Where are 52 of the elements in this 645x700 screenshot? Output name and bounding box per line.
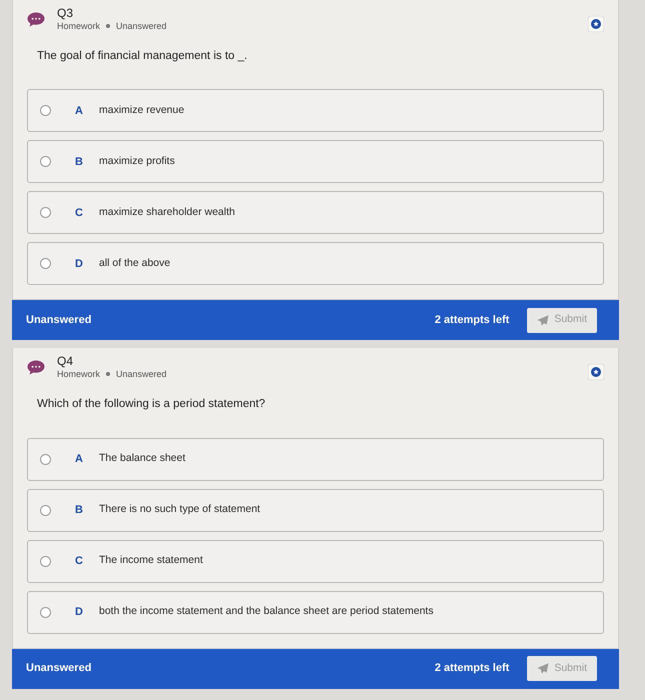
option-letter: B bbox=[74, 154, 84, 170]
radio-button[interactable] bbox=[40, 207, 51, 218]
answer-option[interactable]: A The balance sheet bbox=[27, 438, 604, 480]
attempts-label: 2 attempts left bbox=[434, 313, 510, 328]
meta-label: Homework bbox=[57, 368, 100, 380]
radio-button[interactable] bbox=[40, 504, 51, 516]
radio-button[interactable] bbox=[40, 258, 51, 270]
meta-label: Unanswered bbox=[116, 20, 167, 32]
question-text: Which of the following is a period statement? bbox=[37, 397, 266, 412]
option-letter: A bbox=[74, 452, 84, 467]
status-label: Unanswered bbox=[26, 661, 92, 676]
option-letter: A bbox=[74, 104, 84, 118]
meta-label: Homework bbox=[57, 20, 100, 32]
option-text: maximize shareholder wealth bbox=[99, 204, 235, 220]
status-label: Unanswered bbox=[26, 313, 92, 328]
option-letter: C bbox=[74, 554, 84, 569]
option-text: The income statement bbox=[99, 553, 203, 568]
option-text: The balance sheet bbox=[99, 451, 186, 466]
radio-button[interactable] bbox=[40, 556, 51, 566]
answer-option[interactable]: D both the income statement and the balance sheet are period statements bbox=[27, 590, 604, 634]
option-letter: C bbox=[74, 206, 84, 220]
chat-bubble-icon bbox=[27, 12, 45, 27]
answer-option[interactable]: C The income statement bbox=[27, 540, 604, 582]
option-letter: D bbox=[74, 256, 84, 272]
bullet-icon bbox=[106, 372, 110, 376]
bullet-icon bbox=[106, 24, 110, 28]
answer-option[interactable]: D all of the above bbox=[27, 242, 604, 286]
option-letter: B bbox=[74, 502, 84, 518]
option-text: maximize profits bbox=[99, 154, 175, 169]
option-letter: D bbox=[74, 604, 84, 620]
option-text: maximize revenue bbox=[99, 102, 184, 118]
star-icon[interactable] bbox=[588, 364, 604, 380]
radio-button[interactable] bbox=[40, 454, 51, 464]
paper-plane-icon bbox=[537, 314, 550, 326]
radio-button[interactable] bbox=[40, 156, 51, 168]
option-text: There is no such type of statement bbox=[99, 502, 260, 518]
attempts-label: 2 attempts left bbox=[434, 661, 510, 676]
chat-bubble-icon bbox=[27, 360, 45, 376]
option-text: all of the above bbox=[99, 256, 170, 271]
answer-option[interactable]: B There is no such type of statement bbox=[27, 488, 604, 532]
meta-label: Unanswered bbox=[116, 368, 167, 380]
answer-option[interactable]: C maximize shareholder wealth bbox=[27, 191, 604, 234]
question-number: Q4 bbox=[57, 354, 74, 368]
paper-plane-icon bbox=[537, 663, 550, 674]
radio-button[interactable] bbox=[40, 105, 51, 116]
radio-button[interactable] bbox=[40, 606, 51, 618]
answer-option[interactable]: B maximize profits bbox=[27, 140, 604, 184]
question-text: The goal of financial management is to _. bbox=[37, 49, 248, 64]
option-text: both the income statement and the balance sheet are period statements bbox=[99, 604, 434, 620]
star-icon[interactable] bbox=[588, 16, 604, 32]
question-number: Q3 bbox=[57, 6, 74, 20]
answer-option[interactable]: A maximize revenue bbox=[27, 89, 604, 132]
